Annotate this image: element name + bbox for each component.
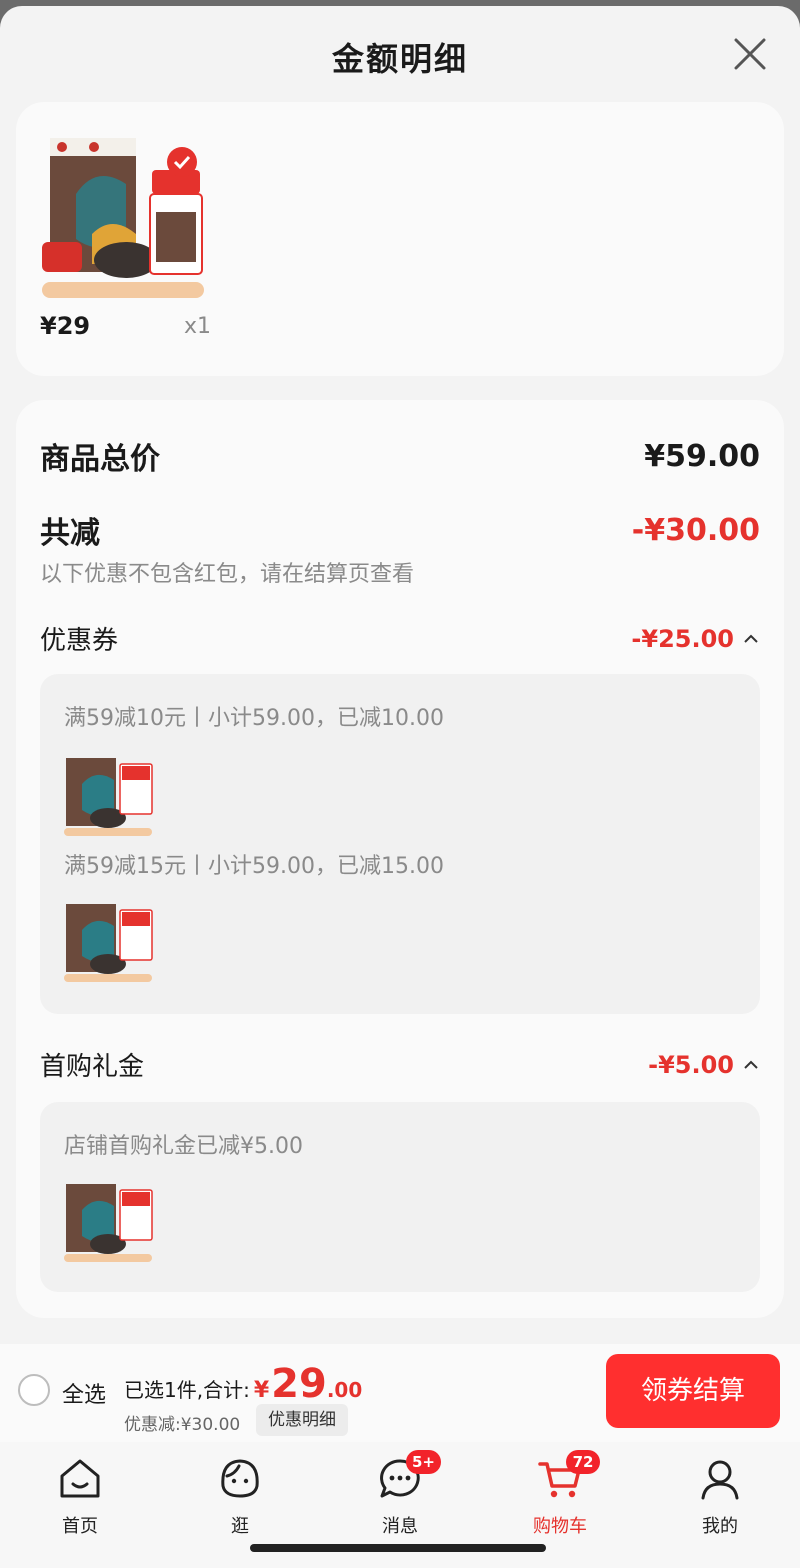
cart-badge: 72: [566, 1450, 600, 1474]
sheet-header: 金额明细: [0, 6, 800, 102]
selected-count-text: 已选1件,合计:: [124, 1378, 250, 1402]
profile-icon: [701, 1460, 739, 1500]
gift-detail-panel: 店铺首购礼金已减¥5.00: [40, 1102, 760, 1292]
tab-cart[interactable]: 72 购物车: [480, 1450, 640, 1538]
tab-browse[interactable]: 逛: [160, 1456, 320, 1538]
chevron-up-icon[interactable]: [742, 630, 760, 648]
gift-value-group: -¥5.00: [648, 1051, 760, 1079]
checkout-bar: 全选 已选1件,合计: ¥ 29 .00 优惠减:¥30.00 优惠明细 领券结…: [0, 1344, 800, 1442]
messages-badge: 5+: [406, 1450, 442, 1474]
selected-total: 已选1件,合计: ¥ 29 .00: [124, 1364, 362, 1404]
price-summary-card: 商品总价 ¥59.00 共减 -¥30.00 以下优惠不包含红包，请在结算页查看…: [16, 400, 784, 1318]
product-price: ¥29: [40, 312, 91, 340]
first-purchase-gift-value: -¥5.00: [648, 1050, 734, 1079]
tab-cart-label: 购物车: [533, 1516, 587, 1537]
coupon-value-group: -¥25.00: [631, 625, 760, 653]
home-indicator: [250, 1544, 546, 1552]
first-purchase-gift-row[interactable]: 首购礼金 -¥5.00: [40, 1046, 760, 1083]
product-image[interactable]: [40, 134, 230, 302]
coupon-rule-2: 满59减15元丨小计59.00，已减15.00: [64, 854, 444, 879]
tab-profile-label: 我的: [702, 1516, 738, 1537]
tab-profile[interactable]: 我的: [640, 1456, 800, 1538]
total-reduce-value: -¥30.00: [631, 512, 760, 548]
total-price-row: 商品总价 ¥59.00: [40, 434, 760, 478]
tab-messages-label: 消息: [382, 1516, 418, 1537]
coupon-value: -¥25.00: [631, 624, 734, 653]
chevron-up-icon[interactable]: [742, 1056, 760, 1074]
discount-detail-button[interactable]: 优惠明细: [256, 1404, 348, 1436]
discount-total-text: 优惠减:¥30.00: [124, 1415, 241, 1435]
product-quantity: x1: [184, 314, 212, 339]
close-icon: [734, 38, 766, 70]
total-price-value: ¥59.00: [644, 438, 760, 474]
tab-browse-label: 逛: [231, 1516, 249, 1537]
coupon-product-thumbnail-1: [64, 758, 153, 836]
home-icon: [60, 1459, 100, 1498]
gift-product-thumbnail: [64, 1184, 153, 1262]
currency-symbol: ¥: [253, 1378, 270, 1403]
amount-detail-sheet: 金额明细 ¥29 x1 商品总价 ¥59.00 共减 -¥30.00 以下优惠不…: [0, 6, 800, 1568]
discount-note: 以下优惠不包含红包，请在结算页查看: [40, 562, 415, 587]
select-all-checkbox[interactable]: [18, 1374, 50, 1406]
total-amount-decimal: .00: [326, 1378, 363, 1402]
total-price-label: 商品总价: [40, 442, 160, 477]
total-reduce-label: 共减: [40, 516, 100, 551]
coupon-product-thumbnail-2: [64, 904, 153, 982]
sheet-title: 金额明细: [331, 40, 468, 78]
browse-icon: [221, 1459, 259, 1498]
checkout-button[interactable]: 领券结算: [606, 1354, 780, 1428]
product-card: ¥29 x1: [16, 102, 784, 376]
close-button[interactable]: [730, 34, 770, 74]
first-purchase-gift-label: 首购礼金: [40, 1052, 145, 1082]
coupon-detail-panel: 满59减10元丨小计59.00，已减10.00 满59减15元丨小计59.00，…: [40, 674, 760, 1014]
select-all-label[interactable]: 全选: [62, 1377, 106, 1409]
total-amount-integer: 29: [271, 1361, 327, 1407]
total-reduce-row: 共减 -¥30.00: [40, 508, 760, 552]
tab-home[interactable]: 首页: [0, 1456, 160, 1538]
coupon-rule-1: 满59减10元丨小计59.00，已减10.00: [64, 706, 444, 731]
gift-rule-1: 店铺首购礼金已减¥5.00: [64, 1134, 303, 1159]
coupon-label: 优惠券: [40, 626, 119, 656]
tab-home-label: 首页: [62, 1516, 98, 1537]
tab-messages[interactable]: 5+ 消息: [320, 1450, 480, 1538]
coupon-row[interactable]: 优惠券 -¥25.00: [40, 620, 760, 657]
